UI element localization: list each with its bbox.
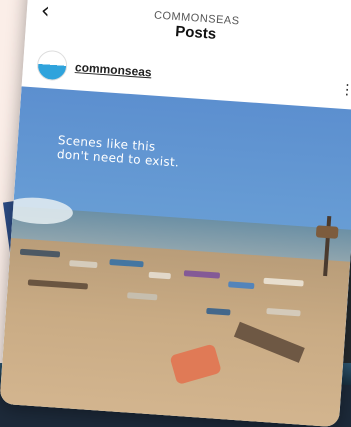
photo-tower-cap — [315, 225, 339, 239]
post-caption: Scenes like this don't need to exist. — [56, 133, 228, 173]
more-icon[interactable]: ⋮ — [340, 81, 351, 99]
avatar[interactable] — [36, 49, 69, 82]
post-photo[interactable]: Scenes like this don't need to exist. — [0, 86, 351, 427]
header-titles: COMMONSEAS Posts — [26, 1, 351, 54]
photo-beach — [0, 238, 351, 427]
post-username[interactable]: commonseas — [75, 60, 152, 79]
phone-screen: ‹ COMMONSEAS Posts commonseas ⋮ Scenes l… — [0, 0, 351, 427]
